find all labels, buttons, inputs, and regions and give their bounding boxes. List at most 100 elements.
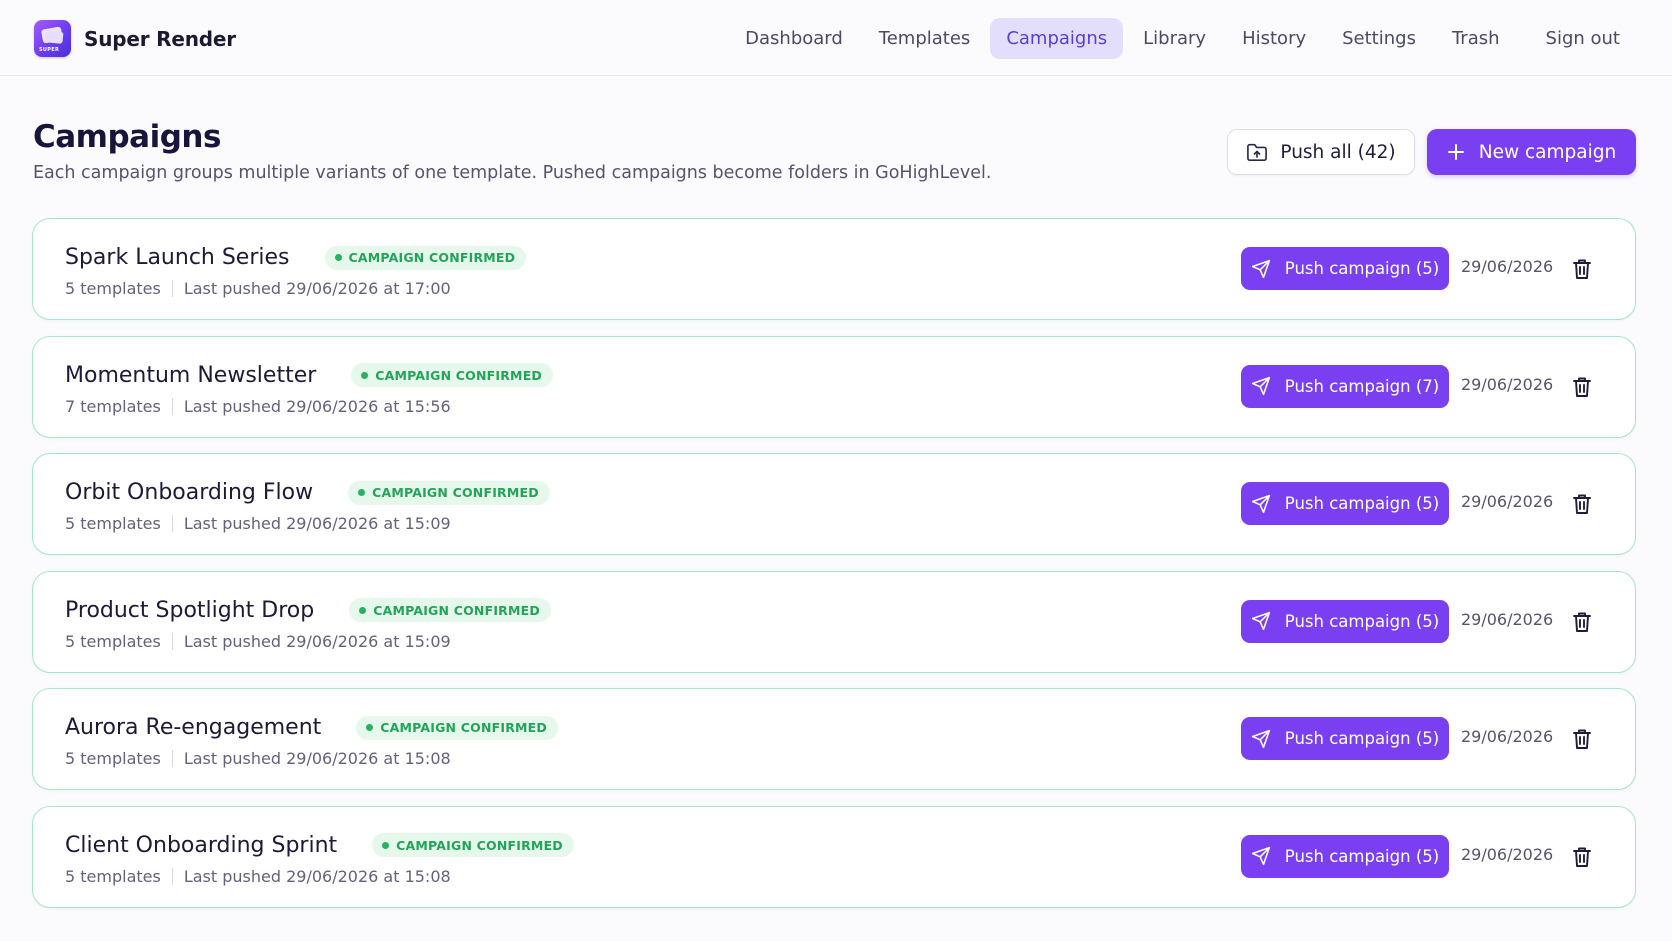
campaign-card[interactable]: Aurora Re-engagement CAMPAIGN CONFIRMED …: [32, 688, 1636, 790]
nav-templates[interactable]: Templates: [863, 18, 987, 59]
campaign-name: Client Onboarding Sprint: [65, 832, 338, 858]
meta-divider: [171, 632, 173, 650]
campaign-card[interactable]: Spark Launch Series CAMPAIGN CONFIRMED 5…: [32, 218, 1636, 320]
push-campaign-label: Push campaign (7): [1284, 376, 1440, 396]
campaign-list: Spark Launch Series CAMPAIGN CONFIRMED 5…: [32, 218, 1636, 923]
status-badge: CAMPAIGN CONFIRMED: [349, 598, 551, 622]
send-icon: [1251, 494, 1270, 513]
top-navigation-bar: SUPER Super Render Dashboard Templates C…: [0, 0, 1672, 76]
status-dot-icon: [359, 606, 367, 614]
trash-icon[interactable]: [1570, 375, 1594, 399]
status-dot-icon: [361, 371, 369, 379]
status-badge: CAMPAIGN CONFIRMED: [356, 715, 558, 740]
status-badge: CAMPAIGN CONFIRMED: [348, 480, 550, 505]
brand[interactable]: SUPER Super Render: [34, 20, 236, 57]
last-pushed: Last pushed 29/06/2026 at 15:09: [183, 631, 451, 651]
campaign-name: Product Spotlight Drop: [65, 597, 315, 623]
app-logo-icon: SUPER: [34, 20, 71, 57]
template-count: 5 templates: [65, 866, 161, 886]
push-campaign-button[interactable]: Push campaign (5): [1241, 834, 1449, 878]
meta-divider: [171, 280, 173, 297]
nav-trash[interactable]: Trash: [1436, 18, 1516, 59]
status-label: CAMPAIGN CONFIRMED: [396, 837, 563, 853]
send-icon: [1251, 611, 1270, 631]
campaign-card[interactable]: Orbit Onboarding Flow CAMPAIGN CONFIRMED…: [32, 453, 1636, 555]
campaign-date: 29/06/2026: [1461, 374, 1554, 394]
status-dot-icon: [382, 841, 390, 849]
status-label: CAMPAIGN CONFIRMED: [372, 485, 539, 500]
push-campaign-label: Push campaign (5): [1284, 611, 1440, 631]
campaign-date: 29/06/2026: [1461, 727, 1554, 746]
template-count: 5 templates: [65, 631, 161, 651]
trash-icon[interactable]: [1570, 727, 1594, 751]
status-label: CAMPAIGN CONFIRMED: [375, 367, 543, 383]
push-campaign-label: Push campaign (5): [1284, 259, 1440, 278]
meta-divider: [171, 867, 173, 885]
campaign-name: Momentum Newsletter: [65, 362, 317, 388]
last-pushed: Last pushed 29/06/2026 at 15:56: [183, 396, 451, 416]
page-subtitle: Each campaign groups multiple variants o…: [33, 163, 992, 183]
last-pushed: Last pushed 29/06/2026 at 15:08: [183, 866, 451, 886]
nav-history[interactable]: History: [1226, 18, 1322, 59]
campaign-name: Spark Launch Series: [65, 245, 290, 270]
campaign-card[interactable]: Client Onboarding Sprint CAMPAIGN CONFIR…: [32, 805, 1636, 908]
trash-icon[interactable]: [1570, 257, 1594, 281]
campaign-card[interactable]: Momentum Newsletter CAMPAIGN CONFIRMED 7…: [32, 335, 1636, 438]
nav-library[interactable]: Library: [1127, 18, 1222, 59]
status-badge: CAMPAIGN CONFIRMED: [324, 245, 527, 270]
template-count: 5 templates: [65, 279, 161, 298]
meta-divider: [171, 750, 173, 767]
main-nav: Dashboard Templates Campaigns Library Hi…: [725, 18, 1636, 59]
campaign-name: Aurora Re-engagement: [65, 715, 322, 740]
campaign-date: 29/06/2026: [1461, 844, 1554, 864]
campaign-card[interactable]: Product Spotlight Drop CAMPAIGN CONFIRME…: [32, 570, 1636, 673]
push-campaign-button[interactable]: Push campaign (5): [1241, 717, 1449, 760]
page-title: Campaigns: [33, 119, 221, 155]
last-pushed: Last pushed 29/06/2026 at 17:00: [183, 279, 451, 298]
push-campaign-button[interactable]: Push campaign (5): [1241, 599, 1449, 643]
last-pushed: Last pushed 29/06/2026 at 15:09: [183, 514, 451, 533]
campaign-date: 29/06/2026: [1461, 257, 1554, 276]
last-pushed: Last pushed 29/06/2026 at 15:08: [183, 749, 451, 768]
status-label: CAMPAIGN CONFIRMED: [373, 602, 540, 618]
status-label: CAMPAIGN CONFIRMED: [380, 720, 547, 735]
new-campaign-label: New campaign: [1478, 141, 1617, 163]
template-count: 5 templates: [65, 749, 161, 768]
nav-campaigns[interactable]: Campaigns: [990, 18, 1124, 59]
trash-icon[interactable]: [1570, 610, 1594, 634]
meta-divider: [171, 397, 173, 415]
status-dot-icon: [366, 724, 374, 731]
campaign-name: Orbit Onboarding Flow: [65, 480, 314, 505]
send-icon: [1251, 729, 1270, 748]
logo-tag: SUPER: [39, 47, 60, 53]
send-icon: [1251, 259, 1270, 278]
status-badge: CAMPAIGN CONFIRMED: [351, 363, 554, 387]
status-dot-icon: [334, 254, 342, 261]
push-all-button[interactable]: Push all (42): [1227, 129, 1415, 175]
send-icon: [1251, 846, 1270, 866]
new-campaign-button[interactable]: New campaign: [1427, 129, 1636, 175]
nav-settings[interactable]: Settings: [1326, 18, 1432, 59]
push-campaign-label: Push campaign (5): [1284, 729, 1440, 748]
status-badge: CAMPAIGN CONFIRMED: [372, 833, 574, 857]
campaign-date: 29/06/2026: [1461, 492, 1554, 511]
push-campaign-button[interactable]: Push campaign (5): [1241, 482, 1449, 525]
folder-upload-icon: [1247, 143, 1268, 161]
push-all-label: Push all (42): [1280, 141, 1396, 163]
template-count: 5 templates: [65, 514, 161, 533]
nav-dashboard[interactable]: Dashboard: [729, 18, 859, 59]
push-campaign-button[interactable]: Push campaign (5): [1241, 247, 1449, 290]
status-dot-icon: [358, 489, 366, 496]
trash-icon[interactable]: [1570, 492, 1594, 516]
campaign-date: 29/06/2026: [1461, 609, 1554, 629]
push-campaign-button[interactable]: Push campaign (7): [1241, 364, 1449, 408]
send-icon: [1251, 376, 1270, 396]
template-count: 7 templates: [65, 396, 161, 416]
sign-out-link[interactable]: Sign out: [1530, 18, 1636, 59]
trash-icon[interactable]: [1570, 845, 1594, 869]
push-campaign-label: Push campaign (5): [1284, 846, 1440, 866]
meta-divider: [171, 515, 173, 532]
plus-icon: [1447, 144, 1464, 160]
push-campaign-label: Push campaign (5): [1284, 494, 1440, 513]
brand-name: Super Render: [84, 26, 236, 51]
